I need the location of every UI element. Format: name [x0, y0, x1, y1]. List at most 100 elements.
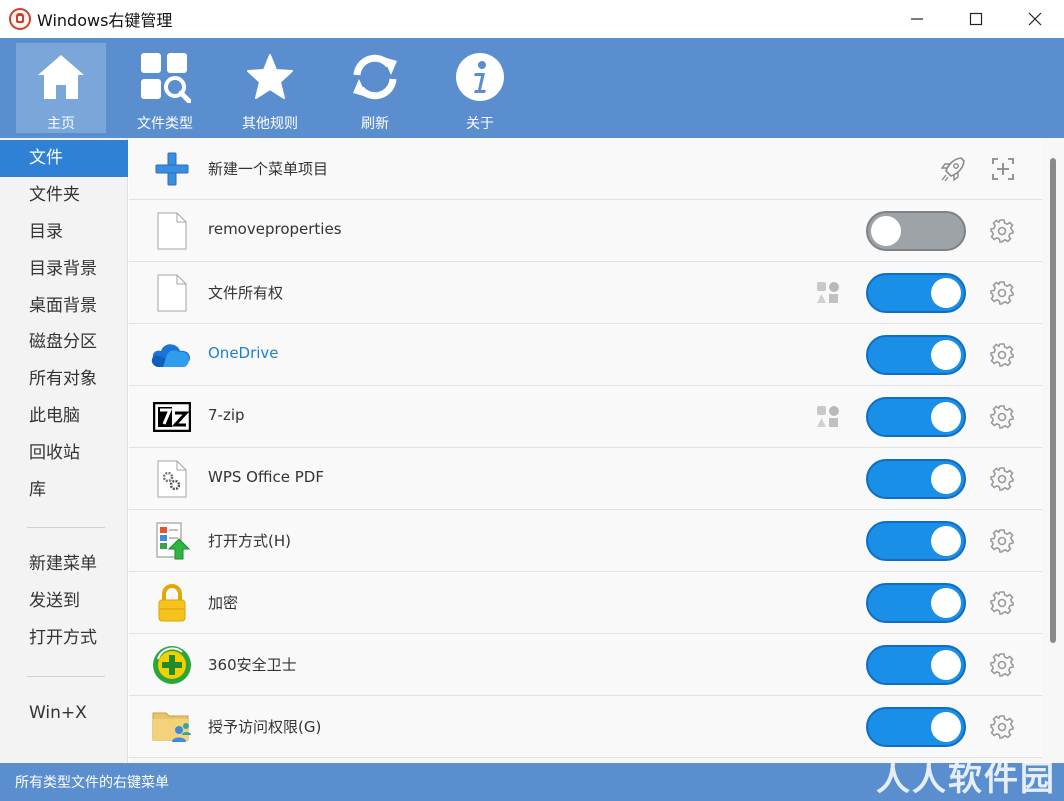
status-text: 所有类型文件的右键菜单: [15, 775, 169, 791]
sidebar-item-all-objects[interactable]: 所有对象: [0, 361, 128, 398]
toolbar-home-button[interactable]: 主页: [16, 43, 106, 133]
home-icon: [38, 54, 84, 99]
info-icon: [456, 52, 504, 101]
onedrive-cloud-icon: [151, 344, 190, 367]
toolbar-other-rules-button[interactable]: 其他规则: [225, 43, 315, 133]
menu-item-label: OneDrive: [208, 344, 279, 362]
toolbar-file-types-button[interactable]: 文件类型: [120, 43, 210, 133]
padlock-icon: [158, 584, 186, 622]
toggle-knob: [931, 712, 961, 742]
menu-item-row[interactable]: 7-zip: [129, 386, 1042, 448]
sidebar-item-directory-background[interactable]: 目录背景: [0, 251, 128, 288]
gear-icon[interactable]: [989, 280, 1015, 306]
blank-file-icon: [157, 212, 187, 250]
7zip-icon: [153, 402, 191, 432]
menu-item-label: 360安全卫士: [208, 656, 297, 674]
360-security-icon: [153, 646, 191, 684]
app-icon: [9, 8, 31, 30]
sidebar-item-folder[interactable]: 文件夹: [0, 177, 128, 214]
sidebar-item-send-to[interactable]: 发送到: [0, 583, 128, 620]
menu-item-row[interactable]: 授予访问权限(G): [129, 696, 1042, 758]
menu-item-label: 打开方式(H): [208, 532, 291, 550]
toggle-knob: [871, 216, 901, 246]
toolbar-label: 文件类型: [137, 116, 193, 132]
enable-toggle[interactable]: [866, 397, 966, 437]
toolbar-label: 关于: [466, 116, 494, 132]
window-controls: [887, 0, 1064, 38]
gear-icon[interactable]: [989, 466, 1015, 492]
shapes-icon[interactable]: [816, 281, 840, 305]
toggle-knob: [931, 402, 961, 432]
minimize-button[interactable]: [887, 0, 946, 38]
gear-icon[interactable]: [989, 404, 1015, 430]
menu-item-row[interactable]: WPS Office PDF: [129, 448, 1042, 510]
sidebar-item-open-with[interactable]: 打开方式: [0, 620, 128, 657]
new-menu-item-row[interactable]: 新建一个菜单项目: [129, 138, 1042, 200]
gear-icon[interactable]: [989, 342, 1015, 368]
enable-toggle[interactable]: [866, 273, 966, 313]
minimize-icon: [910, 18, 923, 20]
gear-icon[interactable]: [989, 652, 1015, 678]
window-title: Windows右键管理: [37, 11, 173, 30]
enable-toggle[interactable]: [866, 645, 966, 685]
enable-toggle[interactable]: [866, 211, 966, 251]
toolbar-refresh-button[interactable]: 刷新: [330, 43, 420, 133]
sidebar-item-new-menu[interactable]: 新建菜单: [0, 546, 128, 583]
refresh-icon: [353, 54, 397, 99]
menu-item-label: 加密: [208, 594, 239, 612]
toolbar-about-button[interactable]: 关于: [435, 43, 525, 133]
toggle-knob: [931, 650, 961, 680]
sidebar-divider: [27, 676, 105, 677]
vertical-scrollbar[interactable]: [1047, 138, 1064, 763]
gear-icon[interactable]: [989, 714, 1015, 740]
menu-item-row[interactable]: 加密: [129, 572, 1042, 634]
menu-item-label: 文件所有权: [208, 284, 284, 302]
gear-icon[interactable]: [989, 218, 1015, 244]
gear-icon[interactable]: [989, 528, 1015, 554]
menu-item-row[interactable]: 文件所有权: [129, 262, 1042, 324]
close-button[interactable]: [1005, 0, 1064, 38]
sidebar-item-directory[interactable]: 目录: [0, 214, 128, 251]
add-menu-item-icon[interactable]: [989, 155, 1017, 183]
toggle-knob: [931, 278, 961, 308]
toggle-knob: [931, 526, 961, 556]
watermark: 人人软件园: [876, 759, 1056, 799]
settings-file-icon: [157, 460, 187, 498]
enable-toggle[interactable]: [866, 335, 966, 375]
menu-item-label: removeproperties: [208, 220, 342, 238]
menu-item-row[interactable]: removeproperties: [129, 200, 1042, 262]
menu-item-list: 新建一个菜单项目 removeproperties 文件所有权 OneDrive…: [129, 138, 1064, 763]
maximize-button[interactable]: [946, 0, 1005, 38]
maximize-icon: [969, 12, 982, 26]
sidebar-item-drive[interactable]: 磁盘分区: [0, 324, 128, 361]
toggle-knob: [931, 588, 961, 618]
sidebar-item-library[interactable]: 库: [0, 472, 128, 509]
toggle-knob: [931, 464, 961, 494]
shapes-icon[interactable]: [816, 405, 840, 429]
sidebar-divider: [27, 527, 105, 528]
enable-toggle[interactable]: [866, 521, 966, 561]
gear-icon[interactable]: [989, 590, 1015, 616]
sidebar-item-recycle-bin[interactable]: 回收站: [0, 435, 128, 472]
menu-item-row[interactable]: OneDrive: [129, 324, 1042, 386]
menu-item-row[interactable]: 打开方式(H): [129, 510, 1042, 572]
toolbar: 主页 文件类型 其他规则 刷新 关于: [0, 38, 1064, 138]
sidebar-item-winx[interactable]: Win+X: [0, 695, 128, 732]
enable-toggle[interactable]: [866, 583, 966, 623]
open-with-icon: [156, 522, 190, 560]
rocket-icon[interactable]: [939, 155, 967, 183]
enable-toggle[interactable]: [866, 459, 966, 499]
close-icon: [1028, 12, 1041, 26]
sidebar-item-this-pc[interactable]: 此电脑: [0, 398, 128, 435]
blank-file-icon: [157, 274, 187, 312]
toggle-knob: [931, 340, 961, 370]
title-bar: Windows右键管理: [0, 0, 1064, 38]
sidebar-item-desktop-background[interactable]: 桌面背景: [0, 288, 128, 325]
menu-item-label: WPS Office PDF: [208, 468, 324, 486]
scrollbar-thumb[interactable]: [1050, 158, 1056, 643]
menu-item-row[interactable]: 360安全卫士: [129, 634, 1042, 696]
sidebar-item-file[interactable]: 文件: [0, 140, 128, 177]
star-icon: [247, 53, 293, 99]
enable-toggle[interactable]: [866, 707, 966, 747]
share-folder-icon: [152, 712, 191, 742]
